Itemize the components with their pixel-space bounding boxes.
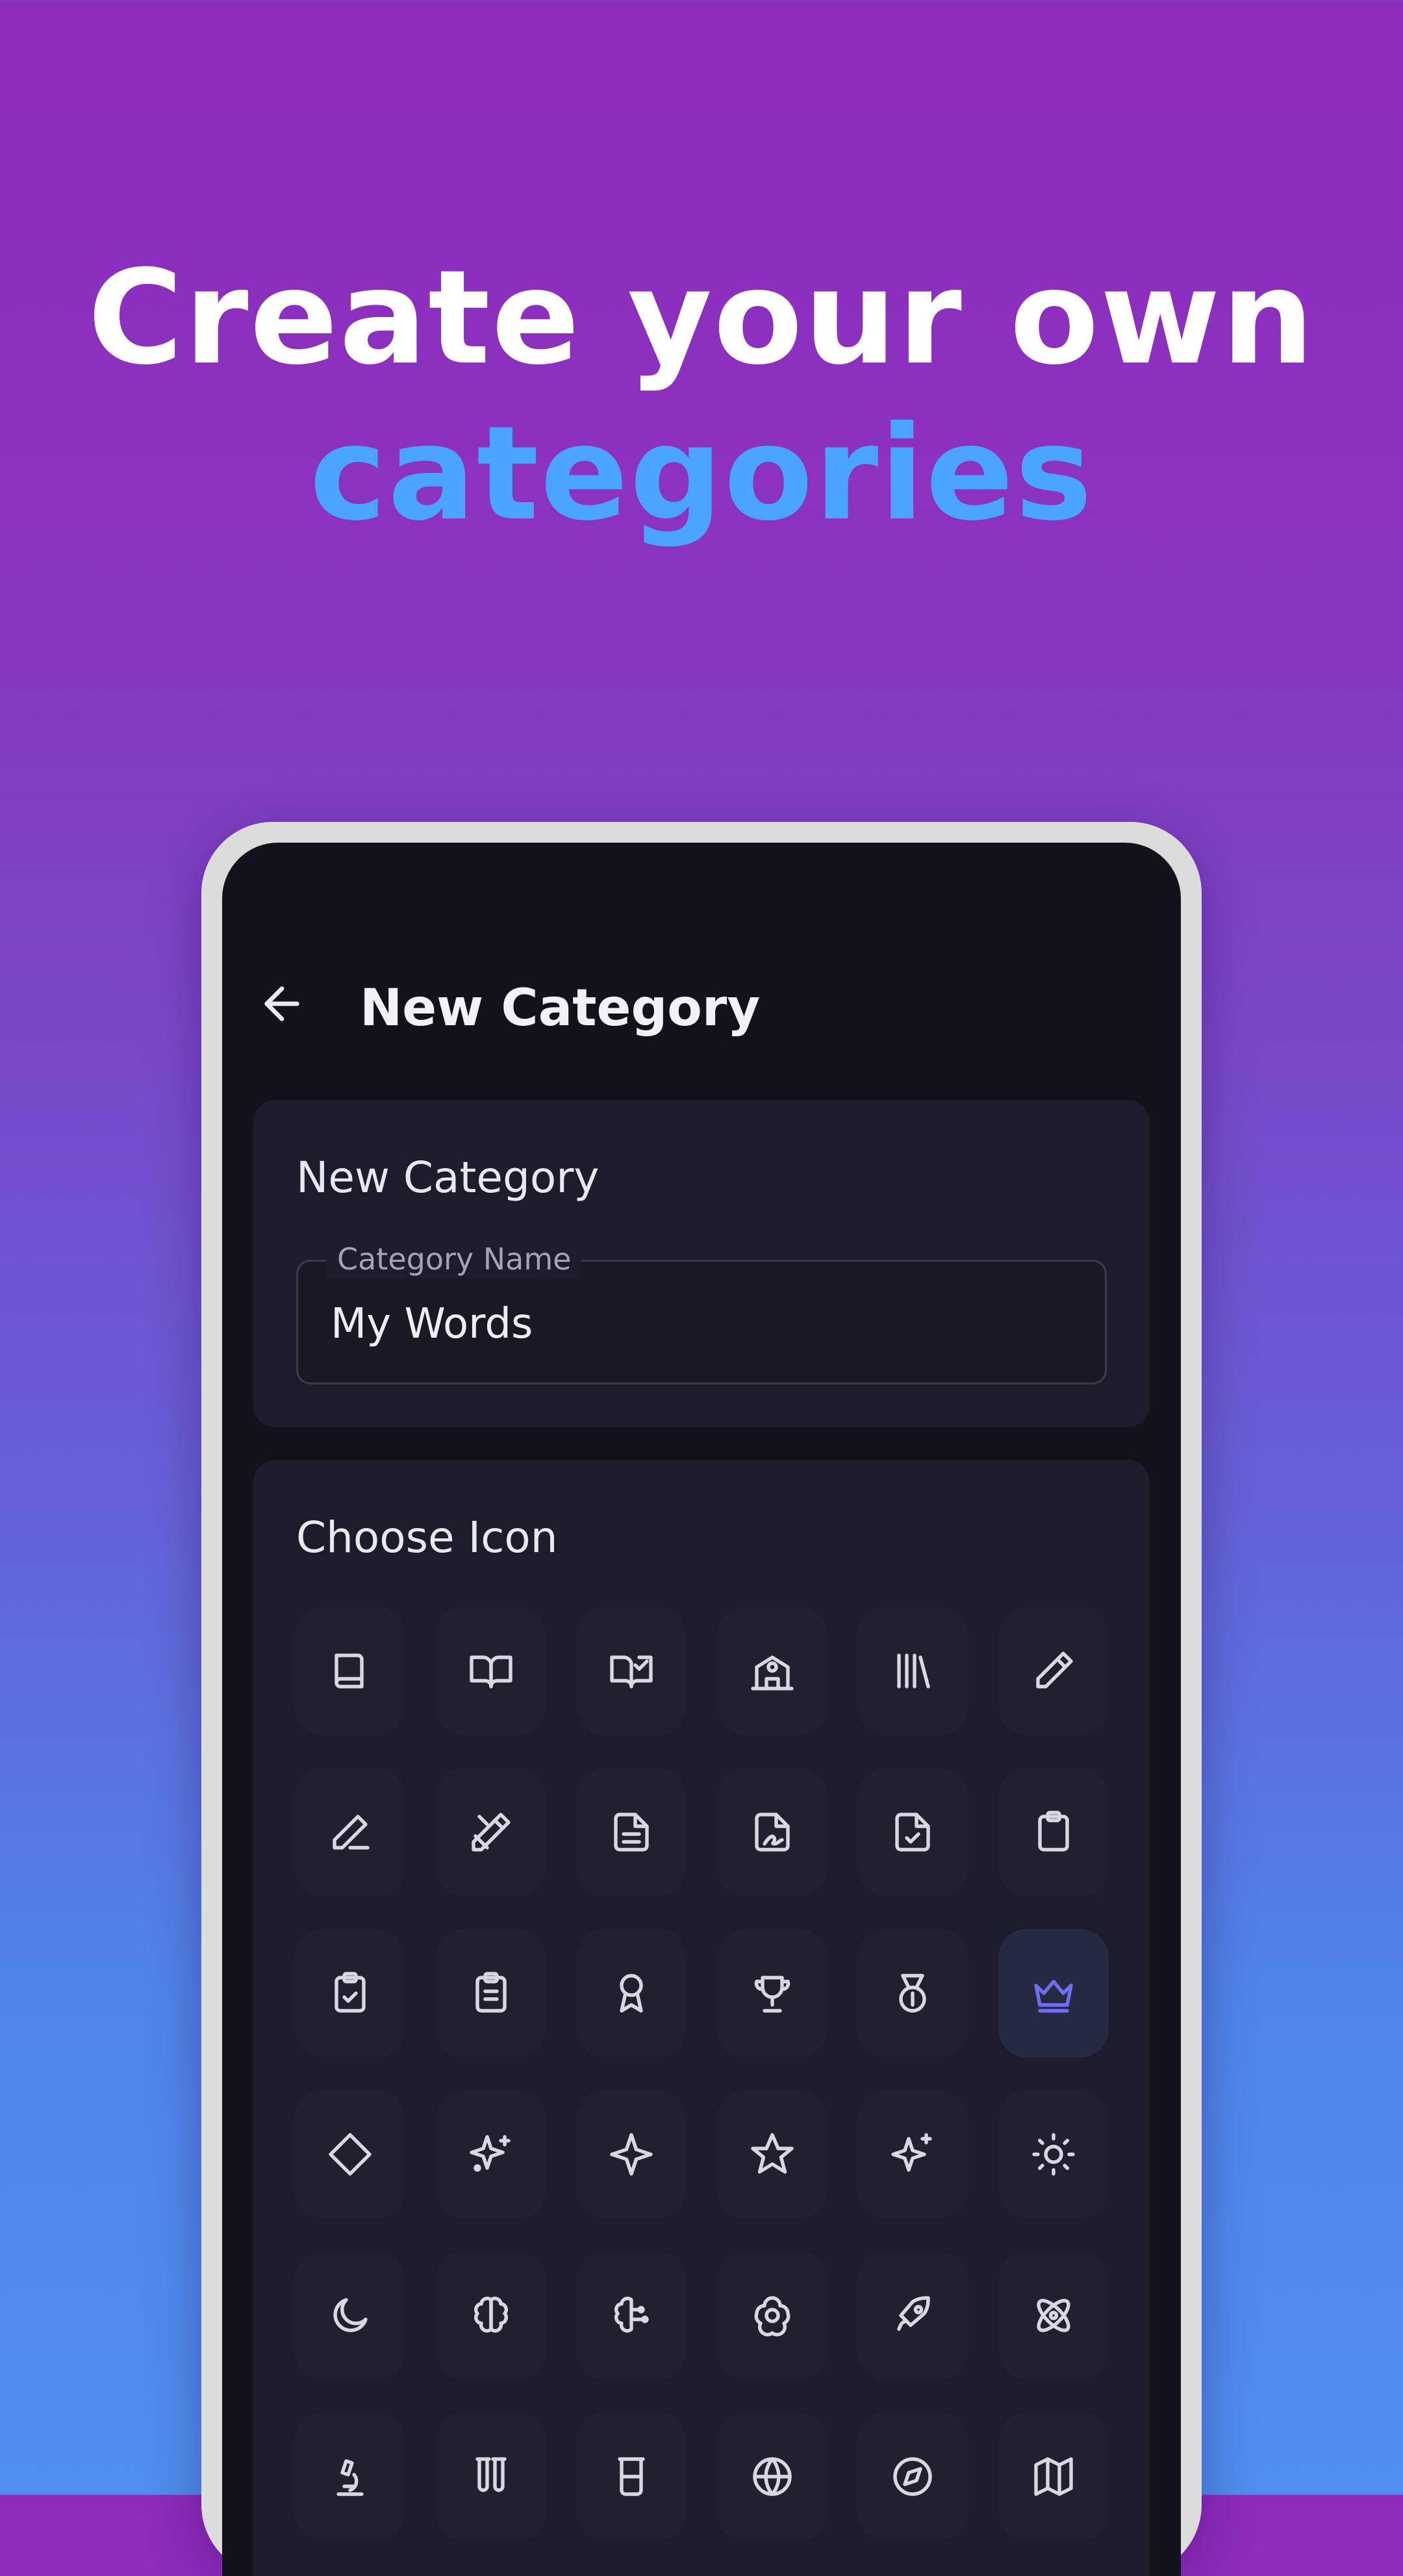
test-tubes-icon [475,2457,507,2492]
icon-option[interactable] [857,1768,968,1896]
trophy-icon [754,1976,790,2013]
icon-option[interactable] [295,2090,405,2219]
arrow-left-icon[interactable] [256,978,308,1030]
atom-icon [1037,2299,1070,2332]
icon-option[interactable] [857,2412,968,2541]
icon-option[interactable] [435,2090,546,2219]
brain-icon [474,2297,508,2333]
icon-option[interactable] [716,1768,828,1896]
file-check-icon [895,1813,931,1852]
icon-option[interactable] [576,2412,687,2541]
brain-circuit-icon [614,2297,649,2333]
icon-option[interactable] [295,2412,405,2541]
icon-option[interactable] [576,1607,687,1735]
icon-option[interactable] [435,2251,546,2380]
book-open-check-icon [610,1655,653,1689]
sparkles-icon [469,2135,511,2172]
moon-icon [333,2298,368,2332]
icon-option[interactable] [857,1607,968,1735]
icon-option[interactable] [716,1607,828,1735]
icon-option[interactable] [435,1607,546,1735]
icon-option[interactable] [857,2090,968,2219]
beaker-icon [618,2457,645,2496]
pencil-icon [1036,1651,1073,1689]
file-text-icon [614,1813,649,1852]
headline-line-1: Create your own [88,242,1315,394]
category-name-card: New Category Category Name My Words [253,1100,1150,1427]
phone-frame: New Category New Category Category Name … [201,822,1202,2576]
medal-icon [899,1974,927,2013]
compass-icon [893,2457,933,2496]
file-signature-icon [755,1813,790,1852]
icon-option[interactable] [857,1929,968,2058]
globe-icon [753,2457,792,2496]
star-icon [751,2133,794,2174]
app-bar: New Category [222,953,1181,1057]
sparkle-icon [610,2133,653,2176]
icon-option[interactable] [998,2251,1109,2380]
icon-option[interactable] [576,1768,687,1896]
crown-icon [1034,1980,1073,2013]
book-open-icon [469,1655,512,1689]
icon-option[interactable] [998,2412,1109,2541]
choose-icon-card: Choose Icon [253,1460,1150,2576]
icon-option[interactable] [576,2090,687,2219]
award-icon [620,1974,643,2013]
icon-option[interactable] [435,1768,546,1896]
map-icon [1034,2457,1073,2496]
icon-option[interactable] [295,2251,405,2380]
book-icon [335,1653,364,1689]
clipboard-list-icon [475,1972,507,2013]
category-name-field[interactable]: Category Name My Words [296,1240,1107,1384]
icon-option[interactable] [716,2251,828,2380]
pencil-ruler-icon [471,1813,511,1852]
icon-option[interactable] [576,1929,687,2058]
rocket-icon [897,2296,931,2331]
atom-flower-icon [754,2296,790,2337]
icon-option[interactable] [295,1768,405,1896]
pen-line-icon [333,1815,370,1850]
sun-icon [1032,2133,1075,2176]
icon-option[interactable] [435,2412,546,2541]
icon-option[interactable] [716,1929,828,2058]
phone-screen: New Category New Category Category Name … [222,843,1181,2576]
clipboard-check-icon [335,1972,366,2013]
icon-option[interactable] [998,2090,1109,2219]
field-value[interactable]: My Words [331,1299,533,1349]
card-title: New Category [296,1153,600,1203]
headline-line-2: categories [309,398,1094,550]
sparkles-alt-icon [891,2133,933,2172]
icon-option[interactable] [998,1768,1109,1896]
field-label: Category Name [327,1240,582,1279]
icon-option[interactable] [998,1929,1109,2058]
icon-option[interactable] [857,2251,968,2380]
microscope-icon [336,2459,364,2496]
clipboard-icon [1038,1811,1069,1852]
icon-option[interactable] [435,1929,546,2058]
icon-option[interactable] [716,2412,828,2541]
icon-option[interactable] [716,2090,828,2219]
icon-option[interactable] [295,1929,405,2058]
library-icon [897,1653,931,1689]
page-title: New Category [360,979,761,1038]
diamond-icon [329,2133,372,2176]
icon-option[interactable] [295,1607,405,1735]
icon-option[interactable] [998,1607,1109,1735]
card-title: Choose Icon [296,1512,558,1562]
headline: Create your own categories [0,240,1403,552]
school-icon [751,1655,794,1690]
icon-option[interactable] [576,2251,687,2380]
